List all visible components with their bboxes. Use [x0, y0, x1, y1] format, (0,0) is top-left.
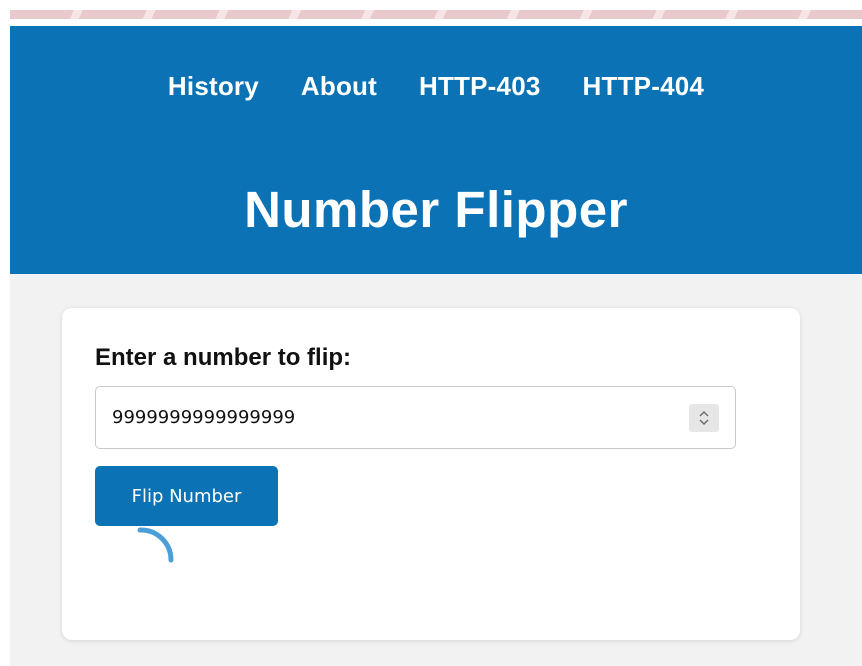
stepper-arrows-icon[interactable] — [689, 404, 719, 432]
number-input-label: Enter a number to flip: — [95, 344, 352, 371]
page-viewport: History About HTTP-403 HTTP-404 Number F… — [10, 26, 862, 666]
main-nav: History About HTTP-403 HTTP-404 — [10, 71, 862, 102]
flip-number-button[interactable]: Flip Number — [95, 466, 278, 526]
page-title: Number Flipper — [244, 181, 628, 238]
number-input-container — [95, 386, 736, 449]
nav-link-http-403[interactable]: HTTP-403 — [419, 71, 541, 102]
site-header: History About HTTP-403 HTTP-404 Number F… — [10, 26, 862, 274]
nav-link-http-404[interactable]: HTTP-404 — [583, 71, 705, 102]
nav-link-history[interactable]: History — [168, 71, 259, 102]
number-input[interactable] — [112, 387, 672, 448]
decorative-top-strip — [10, 10, 862, 19]
nav-link-about[interactable]: About — [301, 71, 377, 102]
stepper-arrows-glyph — [699, 410, 709, 426]
loading-spinner-icon — [137, 527, 174, 563]
flip-form-card: Enter a number to flip: Flip Number — [62, 308, 800, 640]
